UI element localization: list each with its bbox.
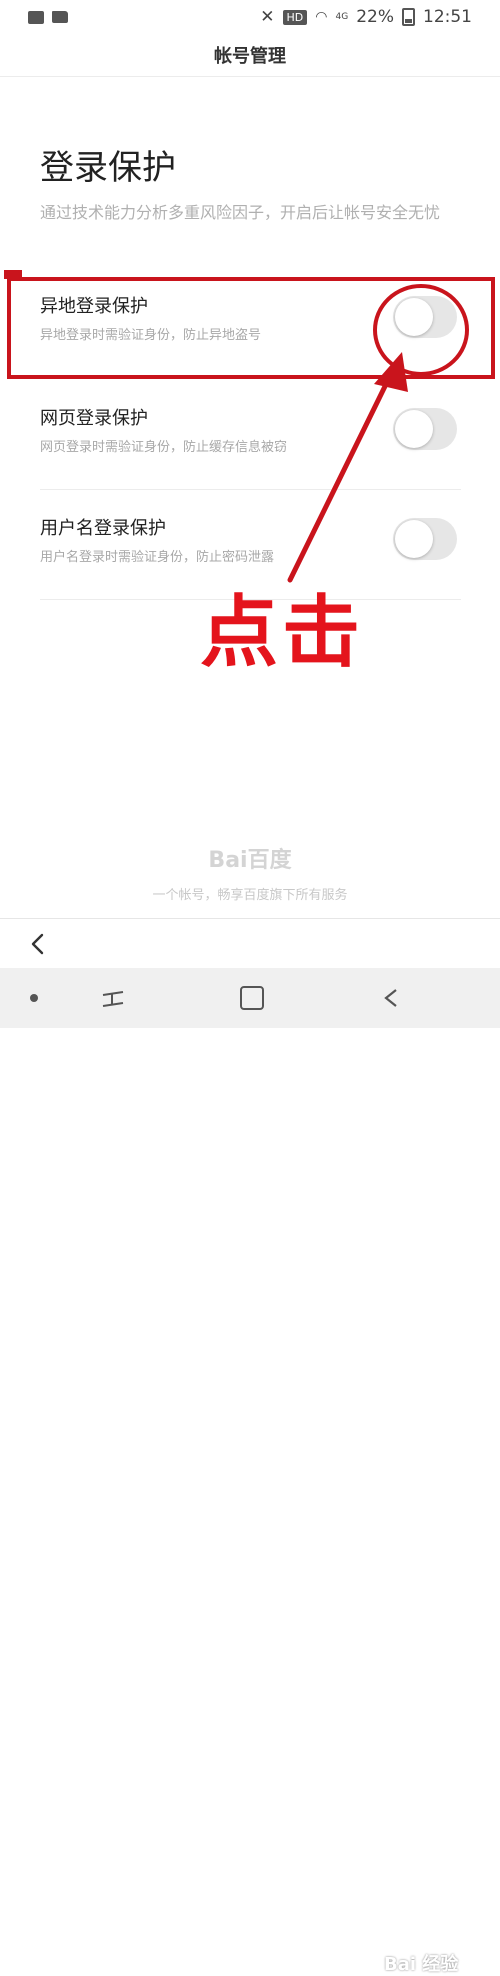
setting-subtitle: 用户名登录时需验证身份，防止密码泄露 [40,550,275,565]
home-icon[interactable] [240,986,264,1010]
recent-apps-icon[interactable] [100,986,126,1012]
toggle-knob [395,410,433,448]
toggle-knob [395,520,433,558]
footer-brand: Bai百度 一个帐号，畅享百度旗下所有服务 [0,842,500,903]
toggle-web-login[interactable] [393,408,457,450]
annotation-label: 点击 [200,588,365,678]
mute-icon: ✕ [260,7,275,27]
chevron-left-icon[interactable] [24,929,54,959]
page-title: 帐号管理 [214,46,286,67]
title-bar: 帐号管理 [0,34,500,77]
setting-title: 网页登录保护 [40,408,148,429]
status-right: ✕ HD ◠ 4G 22% 12:51 [260,7,472,27]
baidu-logo: Bai百度 [208,848,292,873]
folder-icon [52,11,68,23]
annotation-highlight-box [7,277,495,379]
battery-icon [402,8,415,26]
clock: 12:51 [423,7,472,27]
nav-back-icon[interactable] [380,986,402,1010]
section-description: 通过技术能力分析多重风险因子，开启后让帐号安全无忧 [40,203,441,222]
bottom-bar [0,918,500,968]
toggle-username-login[interactable] [393,518,457,560]
setting-web-login: 网页登录保护 网页登录时需验证身份，防止缓存信息被窃 [40,380,461,490]
watermark: Bai 经验 [384,1954,459,1975]
setting-subtitle: 网页登录时需验证身份，防止缓存信息被窃 [40,440,288,455]
setting-title: 用户名登录保护 [40,518,166,539]
status-left [28,10,68,24]
image-icon [28,10,44,24]
signal-label: 4G [335,12,349,22]
battery-percent: 22% [356,7,394,27]
status-bar: ✕ HD ◠ 4G 22% 12:51 [0,0,500,34]
nav-dot-icon[interactable] [30,994,38,1002]
section-heading: 登录保护 [40,148,176,188]
hd-badge: HD [282,9,308,25]
footer-slogan: 一个帐号，畅享百度旗下所有服务 [152,888,348,903]
system-nav-bar: Bai 经验 [0,968,500,1975]
wifi-icon: ◠ [315,9,328,25]
